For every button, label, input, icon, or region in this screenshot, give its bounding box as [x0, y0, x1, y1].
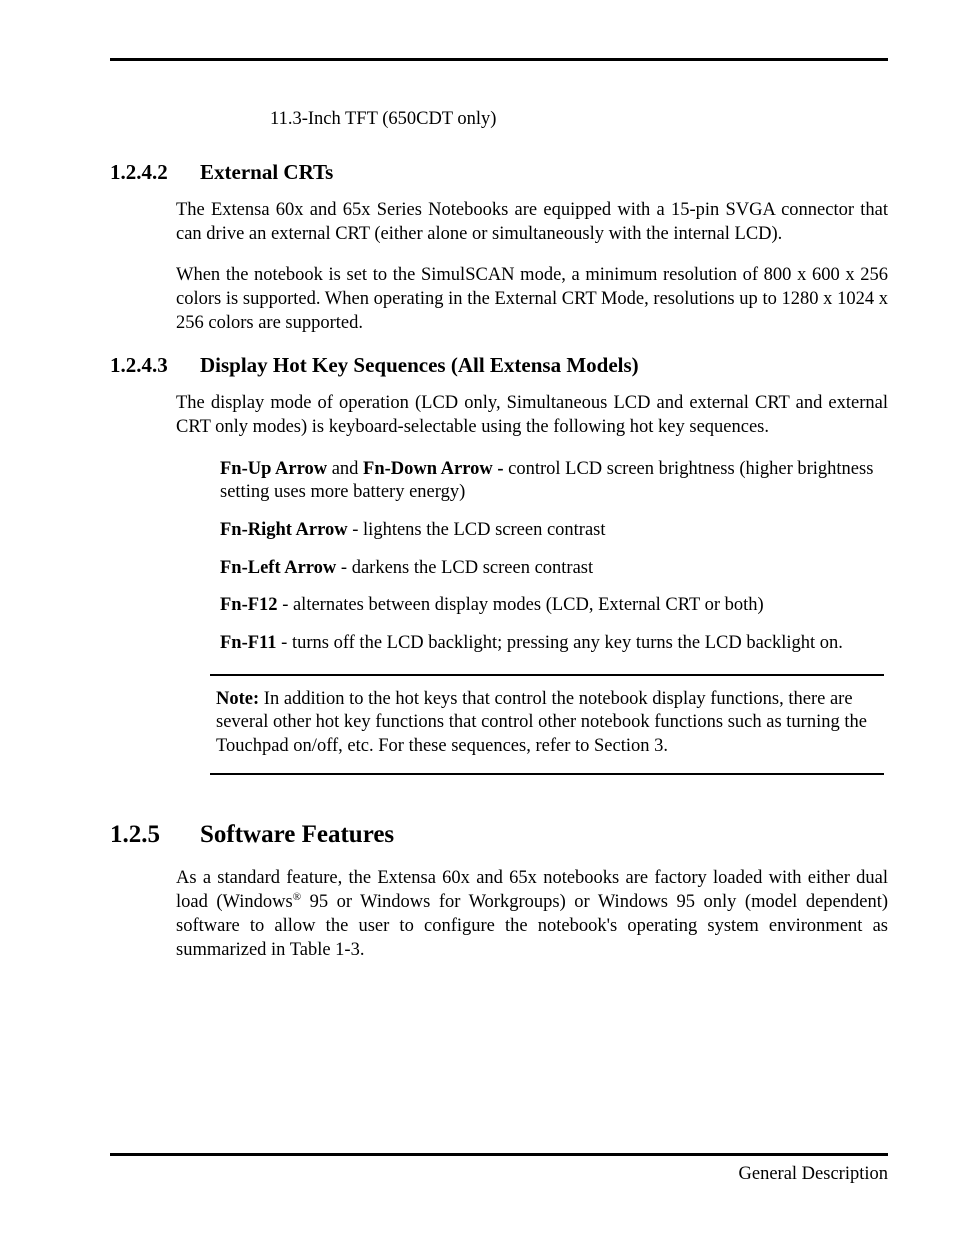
- hotkey-desc: - darkens the LCD screen contrast: [336, 558, 593, 578]
- hotkey-desc: - turns off the LCD backlight; pressing …: [277, 633, 843, 653]
- page-footer: General Description: [110, 1153, 888, 1185]
- footer-text: General Description: [110, 1164, 888, 1185]
- hotkey-item: Fn-Up Arrow and Fn-Down Arrow - control …: [220, 458, 878, 505]
- note-label: Note:: [216, 689, 264, 709]
- page-content: 11.3-Inch TFT (650CDT only) 1.2.4.2Exter…: [110, 58, 888, 1185]
- hotkey-key: Fn-F11: [220, 633, 277, 653]
- hotkey-item: Fn-Left Arrow - darkens the LCD screen c…: [220, 557, 878, 581]
- hotkey-key: Fn-Right Arrow: [220, 520, 348, 540]
- heading-num: 1.2.4.3: [110, 353, 200, 378]
- para-125-1: As a standard feature, the Extensa 60x a…: [176, 867, 888, 963]
- registered-mark: ®: [293, 891, 301, 903]
- hotkey-key: Fn-F12: [220, 595, 278, 615]
- top-rule: [110, 58, 888, 61]
- bottom-rule: [110, 1153, 888, 1156]
- hotkey-item: Fn-F12 - alternates between display mode…: [220, 594, 878, 618]
- hotkey-key: Fn-Down Arrow -: [363, 459, 508, 479]
- hotkey-key: Fn-Left Arrow: [220, 558, 336, 578]
- list-item-tft: 11.3-Inch TFT (650CDT only): [270, 109, 888, 130]
- heading-title: Display Hot Key Sequences (All Extensa M…: [200, 353, 639, 377]
- heading-125: 1.2.5Software Features: [110, 821, 888, 849]
- heading-num: 1.2.5: [110, 821, 200, 849]
- hotkey-text: and: [327, 459, 363, 479]
- heading-title: External CRTs: [200, 160, 333, 184]
- note-text: Note: In addition to the hot keys that c…: [216, 688, 878, 759]
- para-1243-1: The display mode of operation (LCD only,…: [176, 392, 888, 439]
- note-body: In addition to the hot keys that control…: [216, 689, 867, 756]
- heading-1243: 1.2.4.3Display Hot Key Sequences (All Ex…: [110, 353, 888, 378]
- hotkey-item: Fn-Right Arrow - lightens the LCD screen…: [220, 519, 878, 543]
- hotkey-list: Fn-Up Arrow and Fn-Down Arrow - control …: [220, 458, 878, 656]
- hotkey-desc: - alternates between display modes (LCD,…: [278, 595, 764, 615]
- heading-1242: 1.2.4.2External CRTs: [110, 160, 888, 185]
- note-box: Note: In addition to the hot keys that c…: [210, 674, 884, 775]
- para-1242-2: When the notebook is set to the SimulSCA…: [176, 264, 888, 335]
- hotkey-item: Fn-F11 - turns off the LCD backlight; pr…: [220, 632, 878, 656]
- para-1242-1: The Extensa 60x and 65x Series Notebooks…: [176, 199, 888, 246]
- hotkey-desc: - lightens the LCD screen contrast: [348, 520, 606, 540]
- heading-title: Software Features: [200, 821, 394, 848]
- hotkey-key: Fn-Up Arrow: [220, 459, 327, 479]
- heading-num: 1.2.4.2: [110, 160, 200, 185]
